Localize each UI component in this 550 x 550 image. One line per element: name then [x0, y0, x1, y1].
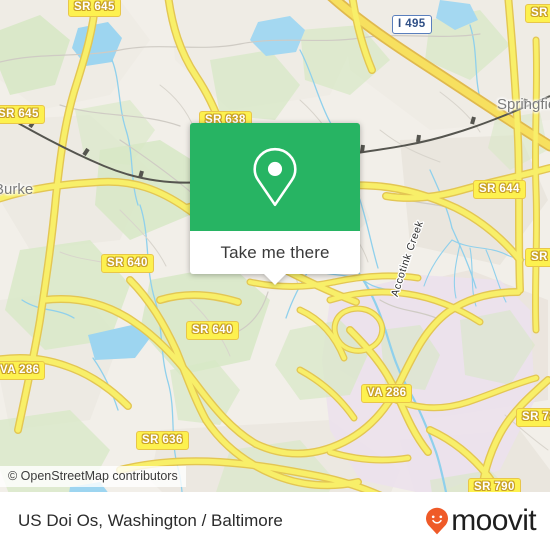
shield-sr-6xx-topright: SR 6 — [525, 4, 550, 23]
footer-bar: US Doi Os, Washington / Baltimore moovit — [0, 492, 550, 550]
shield-sr-636: SR 636 — [136, 431, 189, 450]
moovit-logo[interactable]: moovit — [425, 504, 537, 537]
popup-tail — [264, 274, 286, 285]
shield-sr-78: SR 78 — [516, 408, 550, 427]
place-label-burke: Burke — [0, 181, 34, 198]
shield-va-286-mid: VA 286 — [361, 384, 413, 403]
shield-sr-644: SR 644 — [473, 180, 526, 199]
popup-image-area — [190, 123, 360, 231]
moovit-wordmark: moovit — [451, 504, 536, 537]
map-pin-icon — [248, 146, 302, 208]
shield-sr-645-left: SR 645 — [0, 105, 45, 124]
place-label-springfield: Springfie — [497, 96, 550, 113]
take-me-there-label[interactable]: Take me there — [220, 243, 329, 263]
shield-i-495: I 495 — [392, 15, 432, 34]
shield-sr-640-mid: SR 640 — [186, 321, 239, 340]
shield-sr-640-left: SR 640 — [101, 254, 154, 273]
moovit-smiley-pin-icon — [425, 507, 449, 535]
shield-sr-645-top: SR 645 — [68, 0, 121, 17]
osm-attribution[interactable]: © OpenStreetMap contributors — [0, 466, 186, 487]
popup-action-bar[interactable]: Take me there — [190, 231, 360, 285]
map-screen: .rd-case{fill:none;stroke:#e3c653;stroke… — [0, 0, 550, 550]
location-popup[interactable]: Take me there — [190, 123, 360, 285]
shield-sr-6xx-right: SR 6 — [525, 248, 550, 267]
shield-va-286-left: VA 286 — [0, 361, 46, 380]
page-title: US Doi Os, Washington / Baltimore — [18, 511, 283, 530]
